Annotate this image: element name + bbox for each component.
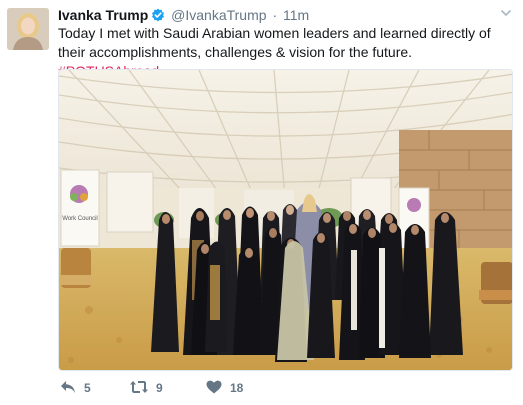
chevron-down-icon[interactable] [499, 6, 513, 20]
like-button[interactable]: 18 [206, 378, 243, 398]
retweet-button[interactable]: 9 [130, 378, 163, 398]
avatar[interactable] [7, 8, 49, 50]
reply-count: 5 [84, 381, 91, 395]
display-name[interactable]: Ivanka Trump [58, 7, 148, 23]
tweet-timestamp[interactable]: 11m [283, 7, 309, 23]
tweet: Ivanka Trump @IvankaTrump · 11m Today I … [0, 0, 523, 405]
reply-button[interactable]: 5 [60, 378, 91, 398]
tweet-photo[interactable]: Work Council [58, 69, 513, 371]
reply-icon [60, 380, 76, 397]
separator-dot: · [272, 7, 278, 23]
like-count: 18 [230, 381, 244, 395]
tweet-body: Today I met with Saudi Arabian women lea… [58, 25, 491, 60]
retweet-count: 9 [156, 381, 163, 395]
retweet-icon [130, 380, 148, 397]
tweet-header: Ivanka Trump @IvankaTrump · 11m [58, 6, 309, 24]
user-handle[interactable]: @IvankaTrump [171, 7, 266, 23]
banner-text: Work Council [62, 216, 98, 222]
heart-icon [206, 380, 222, 397]
